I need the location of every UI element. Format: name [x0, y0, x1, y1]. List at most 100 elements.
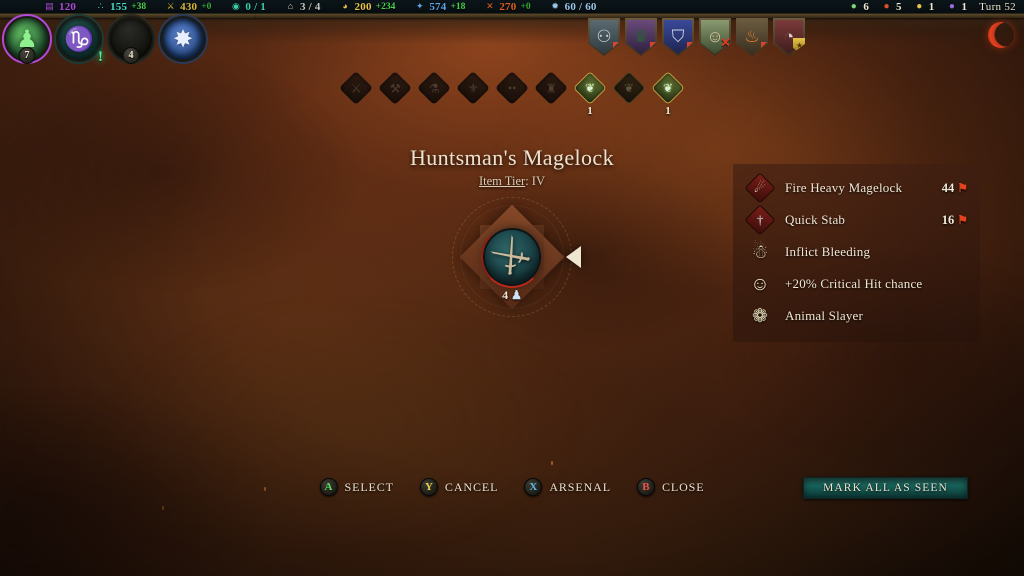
item-pip-5[interactable]: ••0: [495, 71, 529, 117]
item-pip-2[interactable]: ⚒0: [378, 71, 412, 117]
counter-nature-affinity[interactable]: ● 1: [914, 1, 935, 13]
unit-shield-6[interactable]: ◔ ★: [773, 18, 805, 56]
ability-animal-slayer-label: Animal Slayer: [785, 308, 864, 323]
item-pip-4-diamond: ⚜: [456, 71, 490, 105]
item-pip-8-diamond: ❦: [612, 71, 646, 105]
hero-portrait-list: ♟ 7 ♑! 4 ✸: [2, 14, 208, 65]
unit-shield-5-portrait: ♨: [738, 20, 766, 54]
ability-critical-hit-chance-icon-slot: ☺: [747, 271, 773, 297]
astral-event-portrait[interactable]: ✸: [158, 14, 208, 64]
ability-critical-hit-chance-label: +20% Critical Hit chance: [785, 276, 923, 291]
item-tier-value: IV: [531, 174, 545, 188]
game-screen: ▤ 120 ∴ 155 +38 ⚔ 430 +0 ◉ 0 / 1 ⌂ 3 / 4 ◕ 200 +234 ✦ 57…: [0, 0, 1024, 576]
cancel-button[interactable]: Y Cancel: [419, 478, 499, 496]
resource-knowledge[interactable]: ✦ 574 +18: [414, 1, 465, 13]
resource-production[interactable]: ✕ 270 +0: [484, 1, 531, 13]
ritual-portrait[interactable]: ♑!: [54, 14, 104, 65]
mana-icon: ▤: [45, 1, 54, 11]
unit-shield-3[interactable]: ⛉: [662, 18, 694, 56]
unit-disabled-icon: ✕: [720, 35, 731, 50]
item-pip-9-diamond: ❦: [651, 71, 685, 105]
draft-icon: ⚔: [166, 1, 175, 11]
unit-shield-1-portrait: ⚇: [590, 20, 618, 54]
item-pip-1[interactable]: ⚔0: [339, 71, 373, 117]
arsenal-button-key-icon: X: [524, 478, 543, 496]
research-icon: ∴: [97, 1, 104, 11]
counter-order-affinity[interactable]: ● 6: [848, 1, 869, 13]
unit-gold-badge-icon: ★: [793, 38, 805, 53]
ability-fire-heavy-magelock-damage: 44 ⚑: [942, 181, 968, 196]
unit-shield-4[interactable]: ☺ ✕: [699, 18, 731, 56]
item-pip-5-glyph: ••: [507, 81, 517, 95]
selection-arrow-icon: [566, 246, 581, 268]
resource-research[interactable]: ∴ 155 +38: [95, 1, 146, 13]
cities-value: 3 / 4: [299, 0, 321, 13]
unit-flag-icon: [650, 42, 656, 48]
resource-cities[interactable]: ⌂ 3 / 4: [285, 1, 321, 13]
item-pip-6[interactable]: ♜0: [534, 71, 568, 117]
chaos-affinity-value: 5: [896, 0, 902, 13]
item-pip-7-glyph: ❦: [584, 81, 596, 95]
ability-panel: ☄ Fire Heavy Magelock 44 ⚑ † Quick Stab 16 ⚑ ☃ In…: [733, 164, 980, 342]
close-button-label: Close: [661, 479, 705, 494]
ability-inflict-bleeding-icon: ☃: [751, 241, 769, 263]
mark-all-as-seen-button[interactable]: Mark all as seen: [803, 477, 968, 499]
ability-quick-stab[interactable]: † Quick Stab 16 ⚑: [733, 204, 980, 236]
astral-affinity-icon: ●: [948, 0, 955, 12]
select-button[interactable]: A Select: [319, 478, 394, 496]
alert-icon[interactable]: !: [94, 47, 107, 67]
resource-mana[interactable]: ▤ 120: [44, 1, 76, 13]
item-stack-count: 4 ♟: [502, 288, 522, 303]
counter-chaos-affinity[interactable]: ● 5: [881, 1, 902, 13]
unit-shield-2[interactable]: ♛: [625, 18, 657, 56]
item-pip-7[interactable]: ❦ 1: [573, 71, 607, 117]
cancel-button-label: Cancel: [444, 479, 499, 494]
item-pip-7-count: 1: [587, 105, 593, 117]
imperium-icon: ◉: [231, 1, 240, 11]
item-pip-7-diamond: ❦: [573, 71, 607, 105]
astral-event-portrait-frame: ✸: [160, 16, 206, 62]
research-value: 155: [110, 0, 128, 13]
resource-population[interactable]: ✹ 60 / 60: [550, 1, 597, 13]
knowledge-icon: ✦: [416, 1, 424, 11]
shadow-hero-portrait[interactable]: ♟ 7: [2, 14, 52, 64]
unit-shield-1[interactable]: ⚇: [588, 18, 620, 56]
order-affinity-value: 6: [863, 0, 870, 13]
resource-draft[interactable]: ⚔ 430 +0: [165, 1, 212, 13]
item-category-pips: ⚔0⚒0⚗0⚜0••0♜0❦1❦0❦1: [0, 71, 1024, 117]
ability-animal-slayer-icon: ❁: [752, 305, 768, 327]
ability-quick-stab-damage-value: 16: [941, 212, 955, 227]
order-affinity-icon: ●: [850, 0, 857, 12]
item-pip-3[interactable]: ⚗0: [417, 71, 451, 117]
blood-moon-icon: [988, 22, 1014, 48]
item-count-value: 4: [502, 288, 509, 302]
ability-quick-stab-icon: †: [744, 204, 776, 236]
ability-fire-heavy-magelock[interactable]: ☄ Fire Heavy Magelock 44 ⚑: [733, 172, 980, 204]
ability-inflict-bleeding[interactable]: ☃ Inflict Bleeding: [733, 236, 980, 268]
unit-shield-5[interactable]: ♨: [736, 18, 768, 56]
damage-type-icon: ⚑: [957, 212, 968, 227]
counter-astral-affinity[interactable]: ● 1: [946, 1, 967, 13]
item-pip-6-glyph: ♜: [545, 80, 557, 95]
ember-particle: [162, 506, 164, 510]
arsenal-button[interactable]: X Arsenal: [524, 478, 611, 496]
unit-shield-3-portrait: ⛉: [664, 20, 692, 54]
item-pip-3-glyph: ⚗: [428, 80, 440, 95]
unit-flag-icon: [761, 42, 767, 48]
ability-animal-slayer[interactable]: ❁ Animal Slayer: [733, 300, 980, 332]
unit-shield-6-portrait: ◔: [775, 20, 803, 54]
item-pip-9[interactable]: ❦ 1: [651, 71, 685, 117]
nature-affinity-value: 1: [928, 0, 935, 13]
empty-slot-portrait[interactable]: 4: [106, 14, 156, 64]
ability-fire-heavy-magelock-icon-slot: ☄: [744, 172, 776, 204]
gold-value: 200: [354, 0, 372, 13]
resource-gold[interactable]: ◕ 200 +234: [340, 0, 395, 13]
unit-shield-list: ⚇ ♛ ⛉ ☺ ✕ ♨ ◔ ★: [588, 18, 805, 56]
resource-imperium[interactable]: ◉ 0 / 1: [230, 1, 266, 13]
item-pip-4[interactable]: ⚜0: [456, 71, 490, 117]
unit-flag-icon: [687, 42, 693, 48]
item-pip-8[interactable]: ❦0: [612, 71, 646, 117]
close-button[interactable]: B Close: [636, 478, 705, 496]
ability-fire-heavy-magelock-damage-value: 44: [941, 180, 955, 195]
ability-critical-hit-chance[interactable]: ☺ +20% Critical Hit chance: [733, 268, 980, 300]
